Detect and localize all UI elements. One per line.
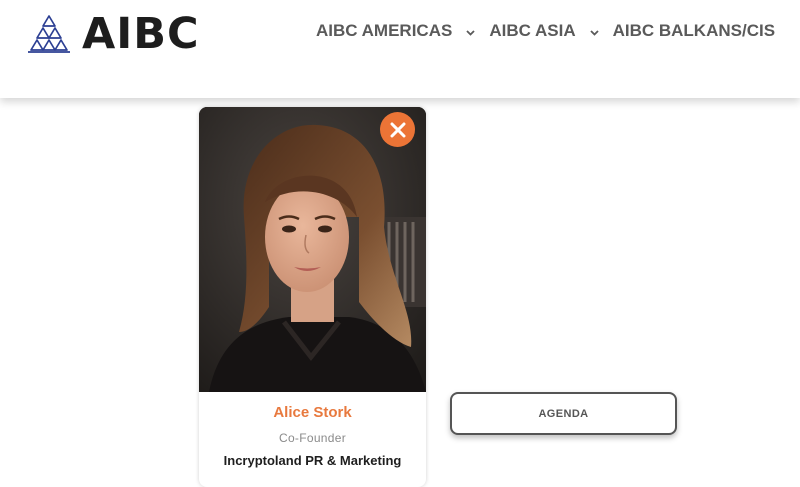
nav-item-aibc-asia[interactable]: AIBC ASIA (489, 21, 612, 41)
agenda-button[interactable]: AGENDA (450, 392, 677, 435)
nav-item-aibc-balkans-cis[interactable]: AIBC BALKANS/CIS (613, 21, 775, 41)
close-icon (390, 122, 405, 137)
speaker-company: Incryptoland PR & Marketing (223, 453, 402, 468)
speaker-role: Co-Founder (278, 431, 347, 445)
speaker-card: Alice Stork Co-Founder Incryptoland PR &… (199, 107, 426, 487)
nav-item-label: AIBC AMERICAS (316, 21, 453, 40)
chevron-down-icon[interactable] (466, 21, 475, 41)
chevron-down-icon[interactable] (589, 21, 599, 41)
close-button[interactable] (380, 112, 415, 147)
site-header: AIBC AIBC AMERICAS AIBC ASIA AIBC BALKAN… (0, 0, 800, 98)
triangle-logo-icon (28, 15, 70, 53)
speaker-photo (199, 107, 426, 392)
nav-item-label: AIBC ASIA (489, 21, 576, 40)
site-logo[interactable]: AIBC (26, 12, 200, 56)
speaker-name: Alice Stork (273, 404, 352, 421)
logo-text: AIBC (82, 9, 200, 59)
main-nav: AIBC AMERICAS AIBC ASIA AIBC BALKANS/CIS (316, 21, 775, 41)
nav-item-aibc-americas[interactable]: AIBC AMERICAS (316, 21, 489, 41)
nav-item-label: AIBC BALKANS/CIS (612, 21, 776, 40)
